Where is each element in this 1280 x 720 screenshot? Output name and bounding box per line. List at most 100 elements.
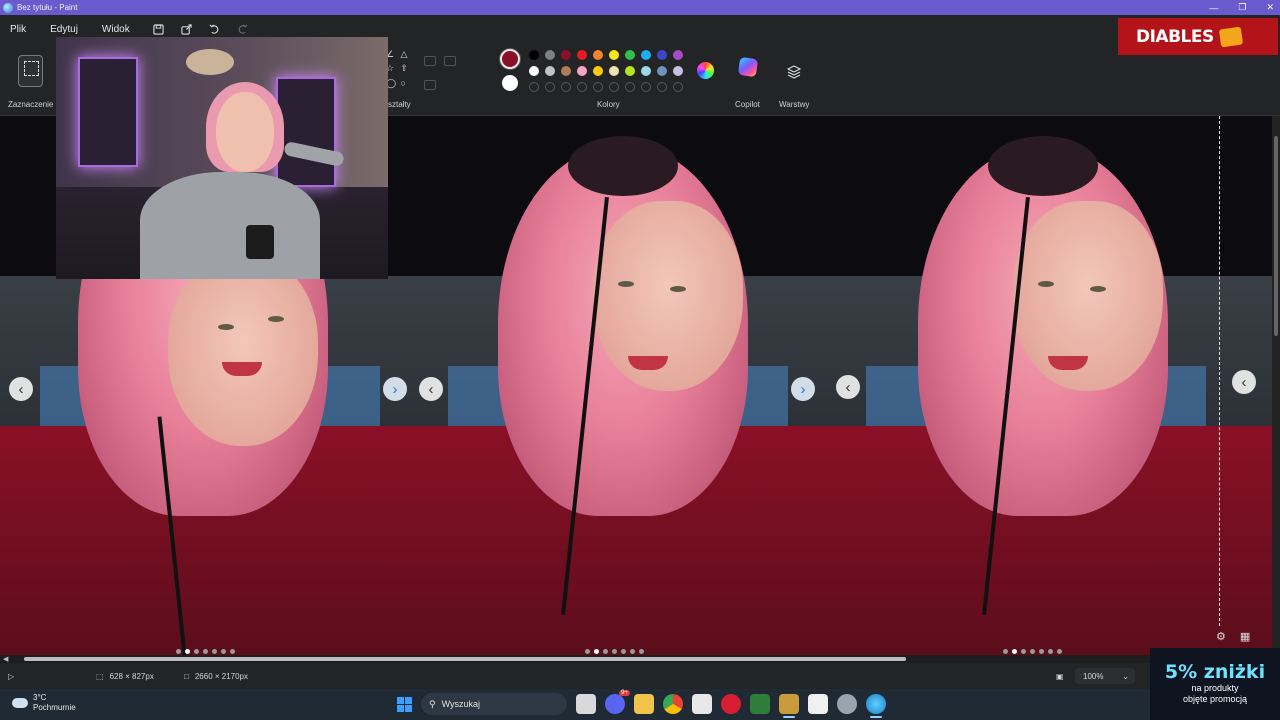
custom-color-slot[interactable] [593, 82, 603, 92]
zoom-value: 100% [1083, 671, 1104, 681]
close-icon[interactable]: ✕ [1266, 2, 1274, 13]
folder-icon[interactable] [634, 694, 654, 714]
palette-color-swatch[interactable] [593, 66, 603, 76]
custom-color-slot[interactable] [673, 82, 683, 92]
shape-arrow-icon[interactable]: ⇧ [401, 63, 413, 74]
save-icon[interactable] [152, 22, 166, 36]
palette-color-swatch[interactable] [657, 66, 667, 76]
custom-color-slot[interactable] [529, 82, 539, 92]
palette-color-swatch[interactable] [641, 66, 651, 76]
status-bar: ▷ ⬚ 628 × 827px □ 2660 × 2170px ▣ 100% ⌄ [0, 663, 1280, 689]
selection-tool-button[interactable] [18, 55, 43, 87]
custom-color-slot[interactable] [545, 82, 555, 92]
palette-color-swatch[interactable] [561, 66, 571, 76]
weather-condition: Pochmurnie [33, 703, 76, 712]
palette-color-swatch[interactable] [641, 50, 651, 60]
image-tool-icon[interactable]: ⚙ [1216, 630, 1226, 643]
shape-triangle-icon[interactable]: △ [401, 49, 413, 60]
carousel-prev-button-3[interactable]: ‹ [836, 375, 860, 399]
pointer-icon: ▷ [8, 672, 15, 681]
canvas-size-icon: □ [184, 672, 189, 681]
palette-color-swatch[interactable] [545, 50, 555, 60]
discord-icon[interactable]: 9+ [605, 690, 630, 714]
palette-color-swatch[interactable] [657, 50, 667, 60]
promo-headline: 5% zniżki [1164, 661, 1266, 683]
palette-color-swatch[interactable] [545, 66, 555, 76]
palette-color-swatch[interactable] [577, 66, 587, 76]
edit-colors-icon[interactable] [697, 62, 714, 79]
palette-color-swatch[interactable] [625, 50, 635, 60]
vertical-scrollbar[interactable] [1272, 116, 1280, 655]
palette-color-swatch[interactable] [593, 50, 603, 60]
carousel-next-button-2[interactable]: › [791, 377, 815, 401]
menu-edit[interactable]: Edytuj [50, 24, 78, 35]
color-palette [529, 50, 683, 92]
palette-color-swatch[interactable] [673, 50, 683, 60]
share-icon[interactable] [180, 22, 194, 36]
pasted-photo-3: ‹ ‹ [826, 116, 1272, 655]
maximize-icon[interactable]: ❐ [1238, 2, 1246, 13]
palette-color-swatch[interactable] [625, 66, 635, 76]
transparency-icon[interactable]: ▦ [1240, 630, 1250, 643]
shapes-gallery[interactable]: ∠ △ ☆ ⇧ ◯ ○ [386, 49, 412, 89]
taskbar: 3°C Pochmurnie ⚲ Wyszukaj 9+ [0, 689, 1280, 720]
menu-file[interactable]: Plik [10, 24, 26, 35]
weather-widget[interactable]: 3°C Pochmurnie [12, 693, 76, 713]
scroll-left-icon[interactable]: ◀ [3, 655, 8, 663]
zoom-select[interactable]: 100% ⌄ [1075, 668, 1135, 684]
layers-icon[interactable] [786, 64, 802, 80]
taskbar-search[interactable]: ⚲ Wyszukaj [421, 693, 567, 715]
paint-icon[interactable] [866, 694, 886, 718]
app-shield-icon[interactable] [837, 694, 857, 714]
brush-icon [424, 56, 436, 66]
webcam-overlay [56, 37, 388, 279]
start-button[interactable] [397, 697, 412, 712]
palette-color-swatch[interactable] [577, 50, 587, 60]
chevron-down-icon: ⌄ [1122, 671, 1129, 681]
fit-to-window-icon[interactable]: ▣ [1056, 672, 1064, 681]
palette-color-swatch[interactable] [609, 50, 619, 60]
selection-group-label: Zaznaczenie [8, 100, 54, 109]
selection-boundary[interactable] [1219, 116, 1220, 626]
app-green-icon[interactable] [750, 694, 770, 714]
custom-color-slot[interactable] [577, 82, 587, 92]
selection-size: 628 × 827px [109, 672, 154, 681]
custom-color-slot[interactable] [609, 82, 619, 92]
undo-icon[interactable] [208, 22, 222, 36]
lol-icon[interactable] [779, 694, 799, 718]
shape-callout-icon[interactable]: ○ [401, 78, 413, 89]
redo-icon[interactable] [236, 22, 250, 36]
app-doc-icon[interactable] [808, 694, 828, 714]
horizontal-scroll-thumb[interactable] [24, 657, 906, 661]
carousel-prev-button-1[interactable]: ‹ [9, 377, 33, 401]
palette-color-swatch[interactable] [529, 50, 539, 60]
app-red-icon[interactable] [721, 694, 741, 714]
carousel-next-button-1[interactable]: › [383, 377, 407, 401]
paint-app-icon [3, 2, 13, 13]
chrome-icon[interactable] [663, 694, 683, 714]
app-icon[interactable] [692, 694, 712, 714]
search-icon: ⚲ [429, 698, 436, 709]
custom-color-slot[interactable] [625, 82, 635, 92]
file-explorer-icon[interactable] [576, 694, 596, 714]
promo-line-1: na produkty [1191, 683, 1239, 693]
custom-color-slot[interactable] [641, 82, 651, 92]
carousel-prev-button-2[interactable]: ‹ [419, 377, 443, 401]
canvas-corner-tools: ⚙ ▦ [1216, 630, 1250, 643]
primary-color-swatch[interactable] [500, 49, 520, 69]
palette-color-swatch[interactable] [529, 66, 539, 76]
copilot-icon[interactable] [737, 56, 759, 78]
shapes-group-label: ształty [388, 100, 411, 109]
palette-color-swatch[interactable] [561, 50, 571, 60]
carousel-prev-button-4[interactable]: ‹ [1232, 370, 1256, 394]
promo-banner: 5% zniżki na produkty objęte promocją [1150, 648, 1280, 720]
horizontal-scrollbar[interactable]: ◀ [0, 655, 1280, 663]
menu-view[interactable]: Widok [102, 24, 130, 35]
layers-label: Warstwy [779, 100, 810, 109]
secondary-color-swatch[interactable] [502, 75, 518, 91]
palette-color-swatch[interactable] [673, 66, 683, 76]
custom-color-slot[interactable] [657, 82, 667, 92]
palette-color-swatch[interactable] [609, 66, 619, 76]
custom-color-slot[interactable] [561, 82, 571, 92]
minimize-icon[interactable]: — [1209, 3, 1218, 13]
